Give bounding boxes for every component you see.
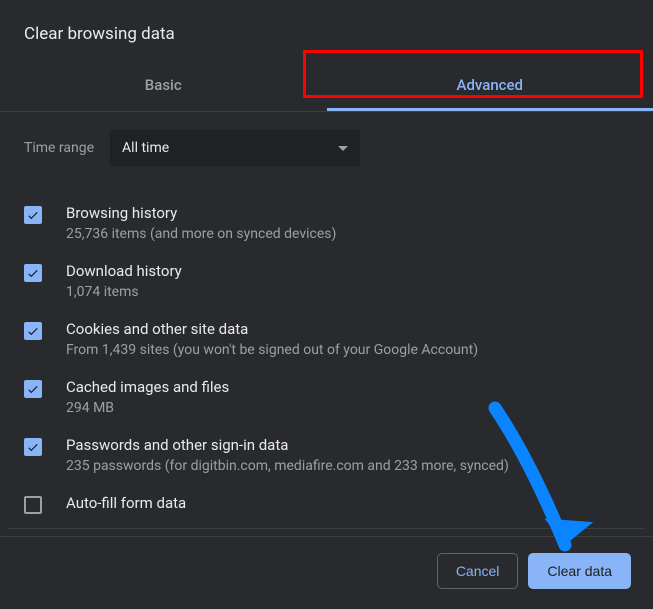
item-text: Cookies and other site data From 1,439 si… bbox=[66, 320, 629, 358]
checkbox[interactable] bbox=[24, 496, 42, 514]
item-desc: 294 MB bbox=[66, 400, 629, 416]
list-item: Cached images and files 294 MB bbox=[24, 368, 629, 426]
item-desc: 235 passwords (for digitbin.com, mediafi… bbox=[66, 458, 629, 474]
item-desc: 25,736 items (and more on synced devices… bbox=[66, 226, 629, 242]
cancel-button[interactable]: Cancel bbox=[437, 553, 519, 589]
item-title: Passwords and other sign-in data bbox=[66, 436, 629, 454]
item-title: Browsing history bbox=[66, 204, 629, 222]
list-item: Browsing history 25,736 items (and more o… bbox=[24, 194, 629, 252]
list-item: Cookies and other site data From 1,439 si… bbox=[24, 310, 629, 368]
item-title: Cached images and files bbox=[66, 378, 629, 396]
clear-data-button[interactable]: Clear data bbox=[528, 553, 631, 589]
tab-basic[interactable]: Basic bbox=[0, 62, 327, 111]
item-desc: 1,074 items bbox=[66, 284, 629, 300]
divider bbox=[8, 528, 645, 529]
checkbox[interactable] bbox=[24, 438, 42, 456]
content-area: Time range All time Browsing history 25,7… bbox=[0, 112, 653, 526]
items-list: Browsing history 25,736 items (and more o… bbox=[24, 194, 629, 526]
checkbox[interactable] bbox=[24, 380, 42, 398]
item-title: Download history bbox=[66, 262, 629, 280]
item-text: Download history 1,074 items bbox=[66, 262, 629, 300]
item-text: Browsing history 25,736 items (and more o… bbox=[66, 204, 629, 242]
item-desc: From 1,439 sites (you won't be signed ou… bbox=[66, 342, 629, 358]
list-item: Auto-fill form data bbox=[24, 484, 629, 526]
item-title: Cookies and other site data bbox=[66, 320, 629, 338]
tab-row: Basic Advanced bbox=[0, 62, 653, 112]
checkbox[interactable] bbox=[24, 264, 42, 282]
dropdown-caret-icon bbox=[338, 146, 348, 151]
time-range-row: Time range All time bbox=[24, 130, 629, 166]
tab-advanced[interactable]: Advanced bbox=[327, 62, 653, 111]
item-text: Passwords and other sign-in data 235 pass… bbox=[66, 436, 629, 474]
dialog-title: Clear browsing data bbox=[0, 0, 653, 62]
list-item: Download history 1,074 items bbox=[24, 252, 629, 310]
time-range-label: Time range bbox=[24, 140, 94, 156]
item-title: Auto-fill form data bbox=[66, 494, 629, 512]
checkbox[interactable] bbox=[24, 206, 42, 224]
footer: Cancel Clear data bbox=[0, 536, 653, 609]
time-range-dropdown[interactable]: All time bbox=[110, 130, 360, 166]
time-range-value: All time bbox=[122, 140, 169, 156]
item-text: Auto-fill form data bbox=[66, 494, 629, 516]
checkbox[interactable] bbox=[24, 322, 42, 340]
list-item: Passwords and other sign-in data 235 pass… bbox=[24, 426, 629, 484]
item-text: Cached images and files 294 MB bbox=[66, 378, 629, 416]
